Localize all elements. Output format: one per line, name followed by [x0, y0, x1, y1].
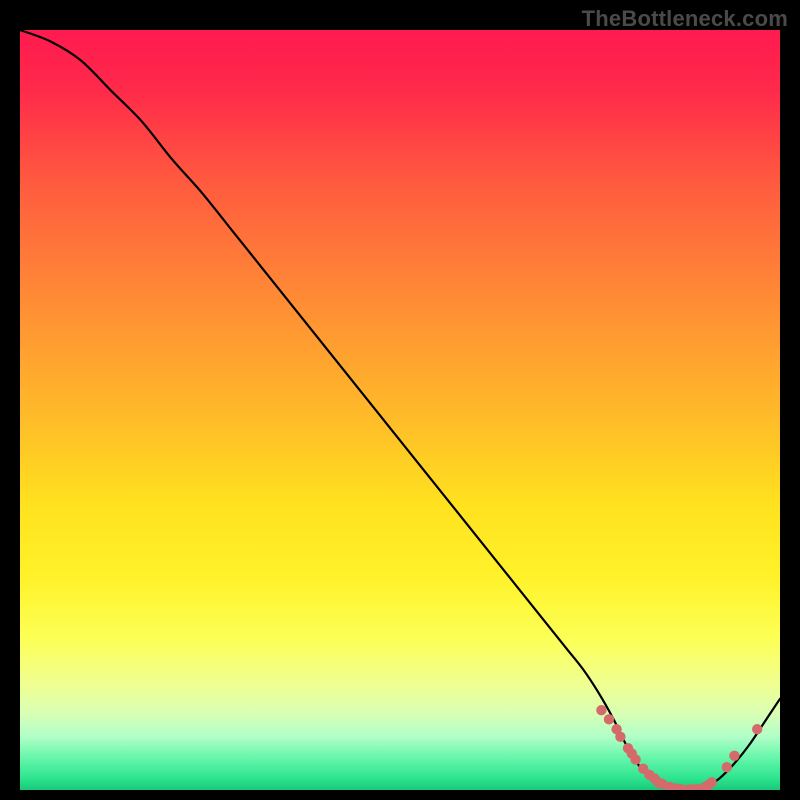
highlight-dot — [722, 762, 732, 772]
highlight-dot — [729, 751, 739, 761]
highlight-dot — [604, 714, 614, 724]
plot-area — [20, 30, 780, 790]
watermark-text: TheBottleneck.com — [582, 6, 788, 32]
curve-layer — [20, 30, 780, 790]
chart-stage: TheBottleneck.com — [0, 0, 800, 800]
highlight-dot — [706, 777, 716, 787]
bottleneck-curve — [20, 30, 780, 790]
highlight-dot — [596, 705, 606, 715]
highlight-dot — [615, 732, 625, 742]
highlight-dots — [596, 705, 762, 790]
highlight-dot — [752, 724, 762, 734]
highlight-dot — [630, 754, 640, 764]
